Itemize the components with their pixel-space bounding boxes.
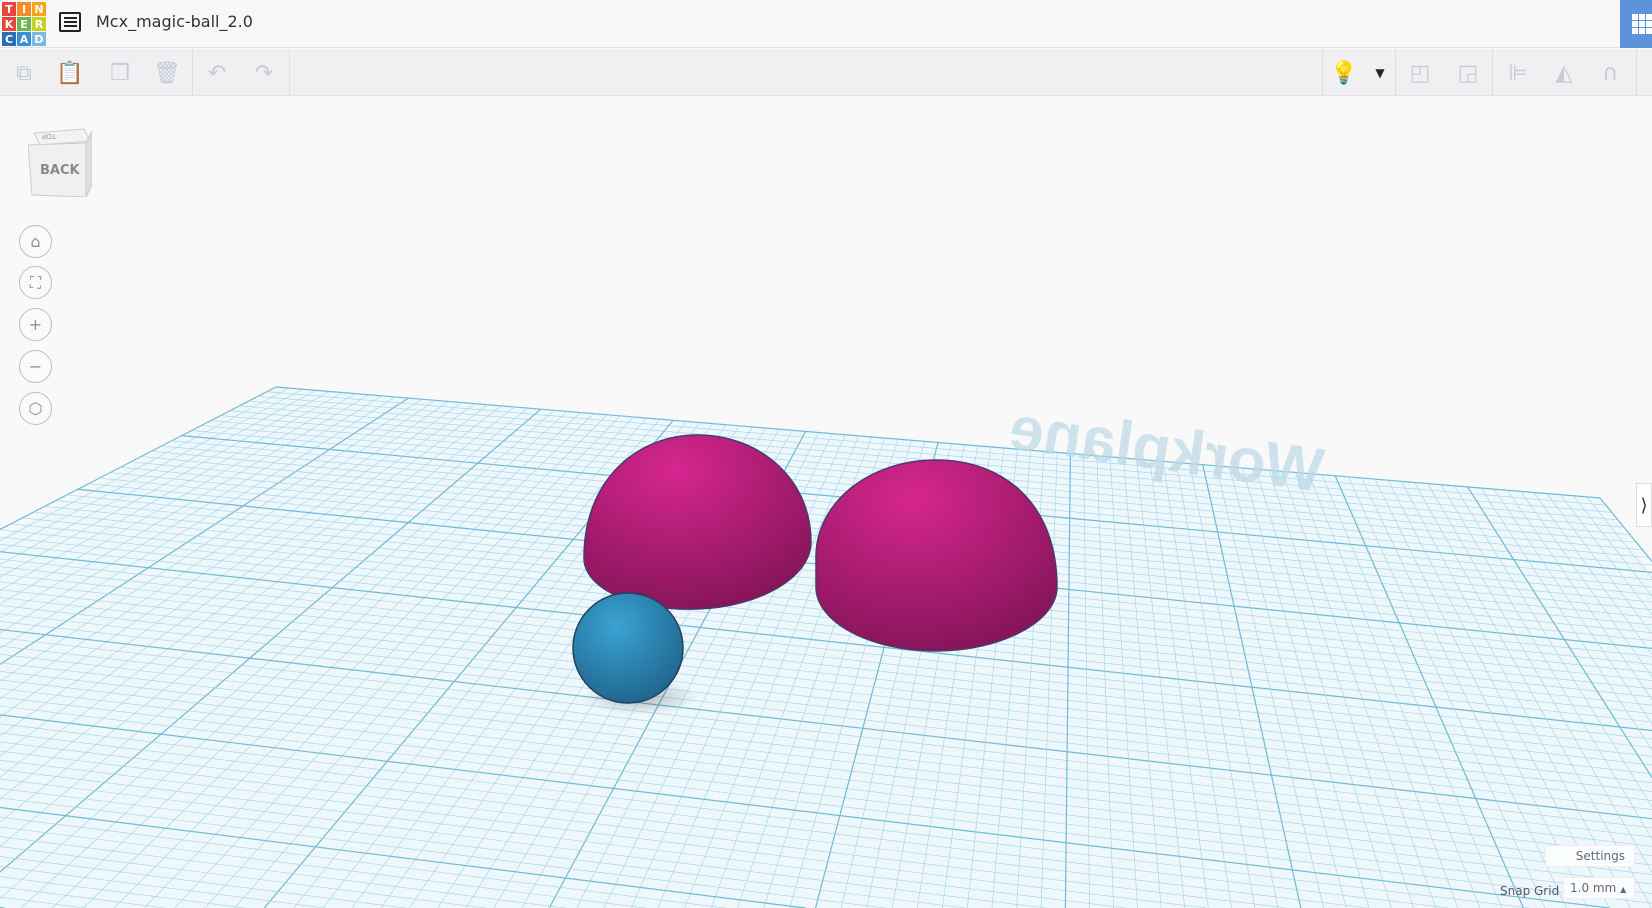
logo-letter: I — [17, 2, 31, 16]
view-cube-back: BACK — [40, 163, 81, 178]
copy-icon[interactable]: ⧉ — [8, 57, 40, 89]
cruise-icon[interactable]: ∩ — [1594, 57, 1626, 89]
design-list-icon[interactable] — [59, 12, 81, 32]
logo-letter: C — [2, 32, 16, 46]
3d-viewport[interactable]: Workplane TOP BACK ⌂ ⛶ + − ⬡ ⟩ Settings … — [0, 97, 1652, 908]
view-cube-top: TOP — [42, 132, 57, 140]
trash-icon[interactable]: 🗑 — [151, 57, 183, 89]
logo-letter: A — [17, 32, 31, 46]
snap-grid-value: 1.0 mm — [1570, 881, 1617, 895]
sphere[interactable] — [572, 592, 684, 704]
home-view-button[interactable]: ⌂ — [19, 225, 52, 258]
projection-button[interactable]: ⬡ — [19, 392, 52, 425]
redo-icon[interactable]: ↷ — [248, 57, 280, 89]
logo-letter: T — [2, 2, 16, 16]
workplane[interactable]: Workplane — [0, 97, 1652, 908]
design-title[interactable]: Mcx_magic-ball_2.0 — [96, 12, 253, 31]
snap-grid-label: Snap Grid — [1500, 884, 1560, 898]
zoom-out-button[interactable]: − — [19, 350, 52, 383]
caret-up-icon: ▲ — [1620, 885, 1627, 894]
group-icon[interactable]: ◰ — [1404, 57, 1436, 89]
undo-icon[interactable]: ↶ — [201, 57, 233, 89]
logo-letter: K — [2, 17, 16, 31]
plus-icon: + — [28, 315, 43, 334]
tinkercad-logo[interactable]: TIN KER CAD — [2, 2, 46, 46]
zoom-in-button[interactable]: + — [19, 308, 52, 341]
home-icon: ⌂ — [30, 232, 41, 251]
fit-view-button[interactable]: ⛶ — [19, 266, 52, 299]
apps-grid-button[interactable] — [1620, 0, 1652, 48]
chevron-right-icon: ⟩ — [1640, 494, 1648, 516]
header: TIN KER CAD Mcx_magic-ball_2.0 — [0, 0, 1652, 48]
logo-letter: D — [32, 32, 46, 46]
expand-panel-button[interactable]: ⟩ — [1636, 483, 1652, 527]
mirror-icon[interactable]: ◭ — [1548, 57, 1580, 89]
view-cube[interactable]: TOP BACK — [27, 123, 93, 198]
settings-button[interactable]: Settings — [1545, 845, 1635, 867]
align-icon[interactable]: ⊫ — [1502, 57, 1534, 89]
logo-letter: E — [17, 17, 31, 31]
cube-icon: ⬡ — [28, 399, 43, 418]
duplicate-icon[interactable]: ❐ — [104, 57, 136, 89]
fit-icon: ⛶ — [29, 272, 42, 292]
logo-letter: N — [32, 2, 46, 16]
logo-letter: R — [32, 17, 46, 31]
toolbar: ⧉ 📋 ❐ 🗑 ↶ ↷ 💡 ▼ ◰ ◲ ⊫ ◭ ∩ — [0, 49, 1652, 96]
snap-grid-select[interactable]: 1.0 mm ▲ — [1563, 877, 1635, 899]
paste-icon[interactable]: 📋 — [54, 57, 86, 89]
chevron-down-icon[interactable]: ▼ — [1364, 57, 1396, 89]
ungroup-icon[interactable]: ◲ — [1452, 57, 1484, 89]
lightbulb-icon[interactable]: 💡 — [1328, 57, 1360, 89]
minus-icon: − — [28, 357, 43, 376]
